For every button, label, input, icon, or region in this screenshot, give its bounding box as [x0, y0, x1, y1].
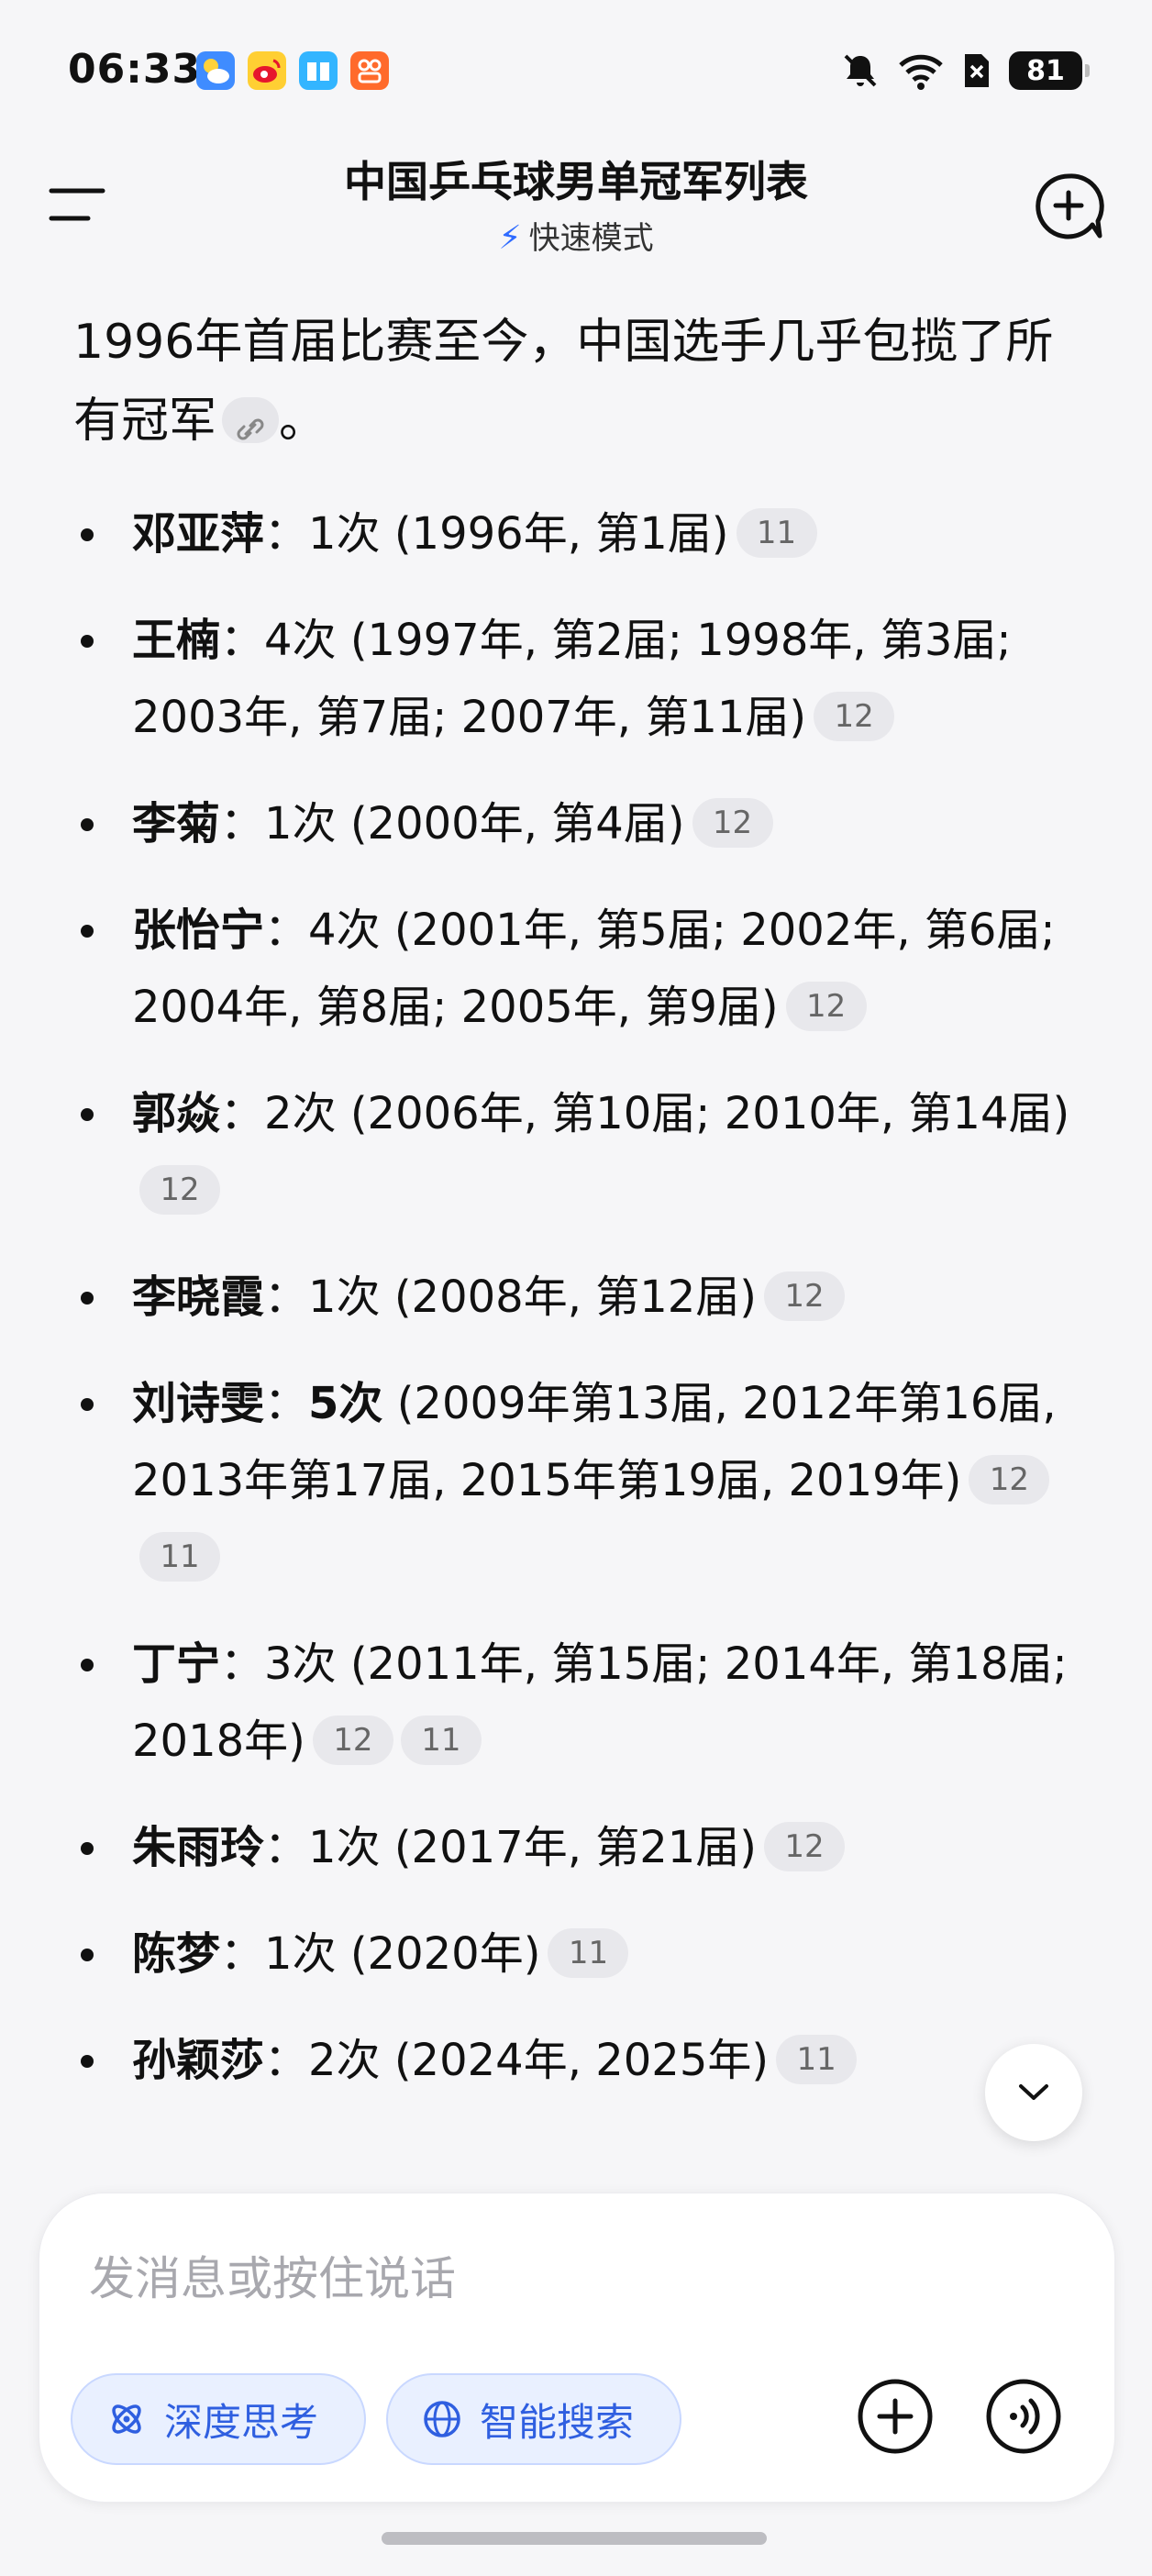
citation-badge[interactable]: 11 [139, 1532, 220, 1582]
separator: ： [264, 1822, 309, 1873]
bolt-icon: ⚡ [498, 219, 522, 257]
atom-icon [112, 2404, 141, 2434]
title-count: 5次 [308, 1378, 383, 1429]
message-composer: 深度思考 智能搜索 [39, 2193, 1115, 2503]
champion-detail: 1次 (2020年) [264, 1928, 541, 1980]
citation-badge[interactable]: 12 [764, 1271, 846, 1321]
add-attachment-icon[interactable] [856, 2377, 935, 2456]
citation-badge[interactable]: 11 [548, 1928, 629, 1978]
link-icon [237, 418, 264, 440]
smart-search-button[interactable]: 智能搜索 [386, 2373, 681, 2465]
champion-item: 李晓霞：1次 (2008年, 第12届) 12 [73, 1259, 1091, 1336]
mode-label: 快速模式 [528, 220, 654, 257]
separator: ： [220, 1638, 265, 1690]
champion-list: 邓亚萍：1次 (1996年, 第1届) 11 王楠：4次 (1997年, 第2届; … [73, 495, 1091, 2128]
champion-item: 刘诗雯：5次 (2009年第13届, 2012年第16届, 2013年第17届,… [73, 1365, 1091, 1596]
champion-item: 张怡宁：4次 (2001年, 第5届; 2002年, 第6届; 2004年, 第… [73, 892, 1091, 1046]
champion-detail: 1次 (2017年, 第21届) [308, 1822, 758, 1873]
mode-selector[interactable]: ⚡ 快速模式 [0, 213, 1152, 258]
champion-item: 邓亚萍：1次 (1996年, 第1届) 11 [73, 495, 1091, 572]
champion-item: 李菊：1次 (2000年, 第4届) 12 [73, 785, 1091, 862]
sim-disabled-icon [965, 54, 989, 87]
separator: ： [220, 1088, 265, 1139]
bell-muted-icon [844, 54, 877, 87]
separator: ： [264, 1271, 309, 1323]
champion-item: 丁宁：3次 (2011年, 第15届; 2014年, 第18届; 2018年) 1… [73, 1626, 1091, 1780]
citation-badge[interactable]: 12 [692, 798, 773, 848]
separator: ： [264, 1378, 309, 1429]
champion-name: 邓亚萍 [132, 508, 265, 560]
citation-badge[interactable]: 12 [139, 1165, 220, 1215]
champion-item: 郭焱：2次 (2006年, 第10届; 2010年, 第14届) 12 [73, 1075, 1091, 1229]
battery-indicator: 81 [1009, 51, 1090, 90]
intro-paragraph: 1996年首届比赛至今，中国选手几乎包揽了所有冠军。 [73, 303, 1082, 461]
separator: ： [264, 2035, 309, 2086]
champion-name: 丁宁 [132, 1638, 221, 1690]
champion-item: 王楠：4次 (1997年, 第2届; 1998年, 第3届; 2003年, 第7… [73, 602, 1091, 756]
weibo-app-icon [248, 51, 286, 90]
reader-app-icon [299, 51, 338, 90]
citation-badge[interactable]: 12 [785, 982, 867, 1031]
champion-name: 李晓霞 [132, 1271, 265, 1323]
chat-message: 1996年首届比赛至今，中国选手几乎包揽了所有冠军。 邓亚萍：1次 (1996年… [0, 266, 1152, 2147]
separator: ： [264, 508, 309, 560]
status-bar: 06:33 81 [0, 0, 1152, 138]
citation-badge[interactable]: 12 [969, 1455, 1050, 1505]
champion-name: 张怡宁 [132, 905, 265, 956]
champion-item: 孙颖莎：2次 (2024年, 2025年) 11 [73, 2022, 1091, 2099]
clock: 06:33 [68, 46, 202, 93]
champion-name: 孙颖莎 [132, 2035, 265, 2086]
citation-badge[interactable]: 12 [764, 1822, 846, 1871]
wifi-icon [899, 54, 943, 90]
champion-name: 王楠 [132, 615, 221, 666]
home-indicator[interactable] [382, 2532, 767, 2545]
citation-badge[interactable]: 11 [776, 2035, 858, 2084]
champion-item: 陈梦：1次 (2020年) 11 [73, 1915, 1091, 1993]
page-title: 中国乒乓球男单冠军列表 [344, 157, 808, 206]
scroll-down-button[interactable] [985, 2044, 1082, 2141]
champion-name: 李菊 [132, 798, 221, 849]
citation-badge[interactable]: 12 [312, 1715, 393, 1765]
champion-name: 刘诗雯 [132, 1378, 265, 1429]
champion-detail: 1次 (2000年, 第4届) [264, 798, 685, 849]
champion-name: 朱雨玲 [132, 1822, 265, 1873]
new-chat-icon[interactable] [1033, 171, 1104, 242]
chat-header: 中国乒乓球男单冠军列表 ⚡ 快速模式 [0, 138, 1152, 266]
champion-detail: 2次 (2024年, 2025年) [308, 2035, 770, 2086]
separator: ： [220, 615, 265, 666]
chevron-down-icon [1019, 2084, 1048, 2100]
citation-badge[interactable]: 11 [736, 508, 817, 558]
citation-badge[interactable]: 12 [814, 692, 895, 741]
champion-detail: 3次 (2011年, 第15届; 2014年, 第18届; 2018年) [132, 1638, 1068, 1767]
reference-link[interactable] [222, 397, 280, 443]
separator: ： [264, 905, 309, 956]
champion-item: 朱雨玲：1次 (2017年, 第21届) 12 [73, 1809, 1091, 1886]
champion-detail: 2次 (2006年, 第10届; 2010年, 第14届) [264, 1088, 1070, 1139]
deep-think-button[interactable]: 深度思考 [71, 2373, 366, 2465]
champion-detail: 1次 (1996年, 第1届) [308, 508, 729, 560]
separator: ： [220, 798, 265, 849]
separator: ： [220, 1928, 265, 1980]
weather-app-icon [196, 51, 235, 90]
message-input[interactable] [87, 2241, 916, 2316]
champion-name: 陈梦 [132, 1928, 221, 1980]
champion-detail: 1次 (2008年, 第12届) [308, 1271, 758, 1323]
citation-badge[interactable]: 11 [400, 1715, 482, 1765]
champion-name: 郭焱 [132, 1088, 221, 1139]
shop-app-icon [350, 51, 389, 90]
voice-call-icon[interactable] [984, 2377, 1063, 2456]
globe-icon [424, 2401, 460, 2437]
